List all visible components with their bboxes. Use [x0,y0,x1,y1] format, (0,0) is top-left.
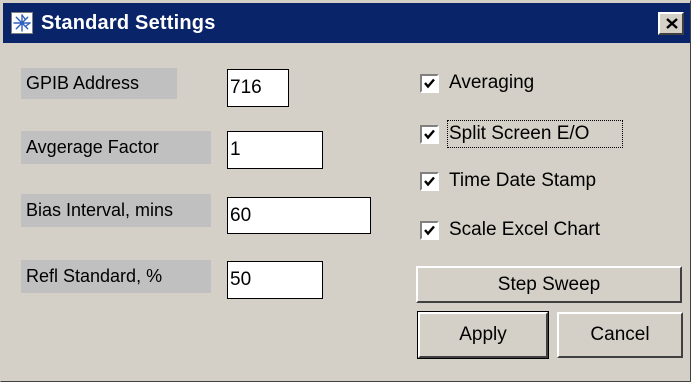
refl-standard-label: Refl Standard, % [21,260,211,293]
averaging-checkbox[interactable] [419,73,440,94]
time-date-stamp-label: Time Date Stamp [449,170,597,191]
split-screen-checkbox[interactable] [419,124,440,145]
cancel-button[interactable]: Cancel [557,312,683,358]
time-date-stamp-checkbox-row[interactable]: Time Date Stamp [419,167,640,195]
window-title: Standard Settings [41,12,216,34]
bias-interval-label: Bias Interval, mins [21,194,211,227]
title-bar[interactable]: Standard Settings [3,3,690,43]
scale-excel-chart-checkbox-row[interactable]: Scale Excel Chart [419,216,660,244]
split-screen-label: Split Screen E/O [449,123,590,144]
bias-interval-input[interactable]: 60 [227,197,371,234]
checkmark-icon [424,225,435,236]
close-button[interactable] [658,12,684,35]
averaging-checkbox-row[interactable]: Averaging [419,69,640,97]
agilent-spark-icon [11,12,33,34]
checkmark-icon [424,78,435,89]
close-icon [666,18,678,29]
standard-settings-dialog: Standard Settings GPIB Address 716 Avger… [0,0,691,382]
average-factor-label: Avgerage Factor [21,131,211,164]
time-date-stamp-checkbox[interactable] [419,171,440,192]
scale-excel-chart-label: Scale Excel Chart [449,219,601,240]
gpib-address-input[interactable]: 716 [227,69,289,107]
checkmark-icon [424,129,435,140]
average-factor-input[interactable]: 1 [227,131,323,169]
split-screen-checkbox-row[interactable]: Split Screen E/O [419,120,640,148]
step-sweep-button[interactable]: Step Sweep [416,266,682,303]
averaging-label: Averaging [449,72,535,93]
refl-standard-input[interactable]: 50 [227,261,323,299]
gpib-address-label: GPIB Address [21,68,177,99]
scale-excel-chart-checkbox[interactable] [419,220,440,241]
apply-button[interactable]: Apply [417,311,549,359]
checkmark-icon [424,176,435,187]
